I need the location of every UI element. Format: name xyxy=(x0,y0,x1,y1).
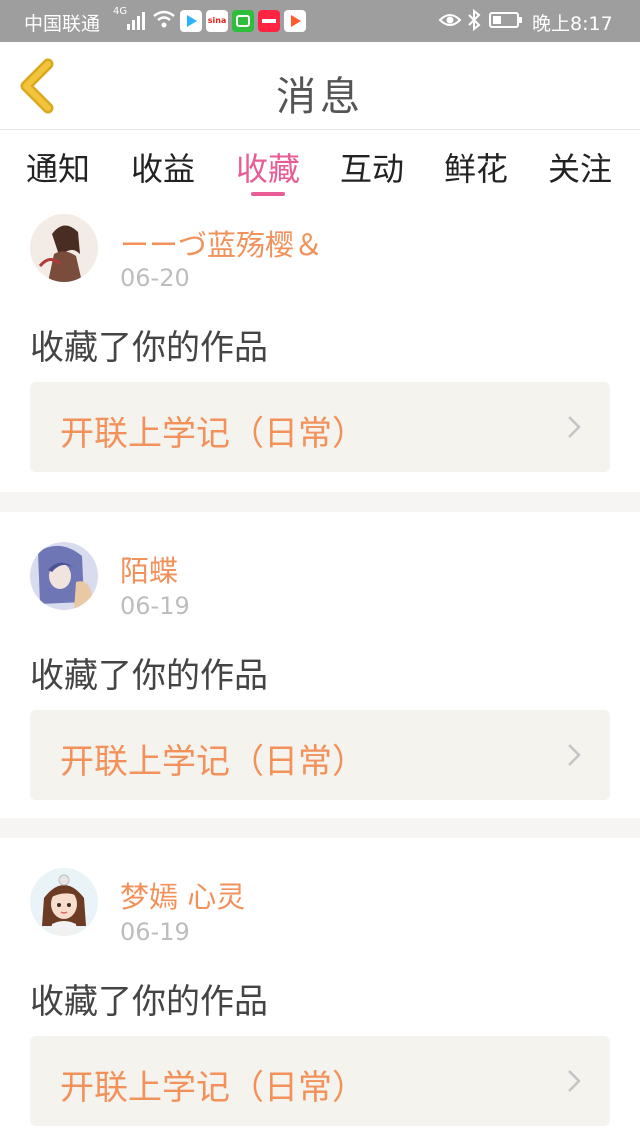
network-type: 4G xyxy=(113,6,128,17)
header: 消息 xyxy=(0,42,640,130)
player-icon xyxy=(284,10,306,32)
list-item: 陌蝶 06-19 收藏了你的作品 开联上学记（日常） xyxy=(0,512,640,818)
sina-icon: sina xyxy=(206,10,228,32)
clock: 晚上8:17 xyxy=(532,13,613,35)
signal-icon xyxy=(127,12,145,30)
divider xyxy=(0,818,640,838)
tab-interactions[interactable]: 互动 xyxy=(327,144,417,190)
tab-favorites[interactable]: 收藏 xyxy=(223,144,313,190)
battery-icon xyxy=(489,12,522,28)
carrier-label: 中国联通 xyxy=(24,13,101,35)
work-link[interactable]: 开联上学记（日常） xyxy=(30,382,610,472)
action-text: 收藏了你的作品 xyxy=(30,656,268,696)
divider xyxy=(0,492,640,512)
status-bar: 中国联通 4G sina 晚上8:17 xyxy=(0,0,640,42)
tab-notifications[interactable]: 通知 xyxy=(13,144,103,190)
iqiyi-icon xyxy=(232,10,254,32)
tab-follows[interactable]: 关注 xyxy=(535,144,625,190)
page-title: 消息 xyxy=(276,74,364,120)
date: 06-19 xyxy=(120,918,190,946)
action-text: 收藏了你的作品 xyxy=(30,328,268,368)
work-link[interactable]: 开联上学记（日常） xyxy=(30,1036,610,1126)
tab-flowers[interactable]: 鲜花 xyxy=(431,144,521,190)
list-item: ーーづ蓝殇樱＆ 06-20 收藏了你的作品 开联上学记（日常） xyxy=(0,202,640,492)
action-text: 收藏了你的作品 xyxy=(30,982,268,1022)
work-title: 开联上学记（日常） xyxy=(60,414,366,454)
date: 06-20 xyxy=(120,264,190,292)
avatar[interactable] xyxy=(30,542,98,610)
chevron-right-icon xyxy=(568,744,581,766)
work-link[interactable]: 开联上学记（日常） xyxy=(30,710,610,800)
bluetooth-icon xyxy=(468,8,481,32)
xiaohongshu-icon xyxy=(258,10,280,32)
avatar[interactable] xyxy=(30,214,98,282)
chevron-right-icon xyxy=(568,1070,581,1092)
username[interactable]: 陌蝶 xyxy=(120,548,178,590)
chevron-right-icon xyxy=(568,416,581,438)
work-title: 开联上学记（日常） xyxy=(60,1068,366,1108)
tab-earnings[interactable]: 收益 xyxy=(118,144,208,190)
wifi-icon xyxy=(153,10,175,28)
work-title: 开联上学记（日常） xyxy=(60,742,366,782)
eye-icon xyxy=(438,14,462,26)
avatar[interactable] xyxy=(30,868,98,936)
username[interactable]: ーーづ蓝殇樱＆ xyxy=(120,222,323,264)
tab-bar: 通知 收益 收藏 互动 鲜花 关注 xyxy=(0,130,640,202)
username[interactable]: 梦嫣 心灵 xyxy=(120,874,245,916)
video-app-icon xyxy=(180,10,202,32)
date: 06-19 xyxy=(120,592,190,620)
list-item: 梦嫣 心灵 06-19 收藏了你的作品 开联上学记（日常） xyxy=(0,838,640,1138)
active-tab-indicator xyxy=(251,192,285,196)
